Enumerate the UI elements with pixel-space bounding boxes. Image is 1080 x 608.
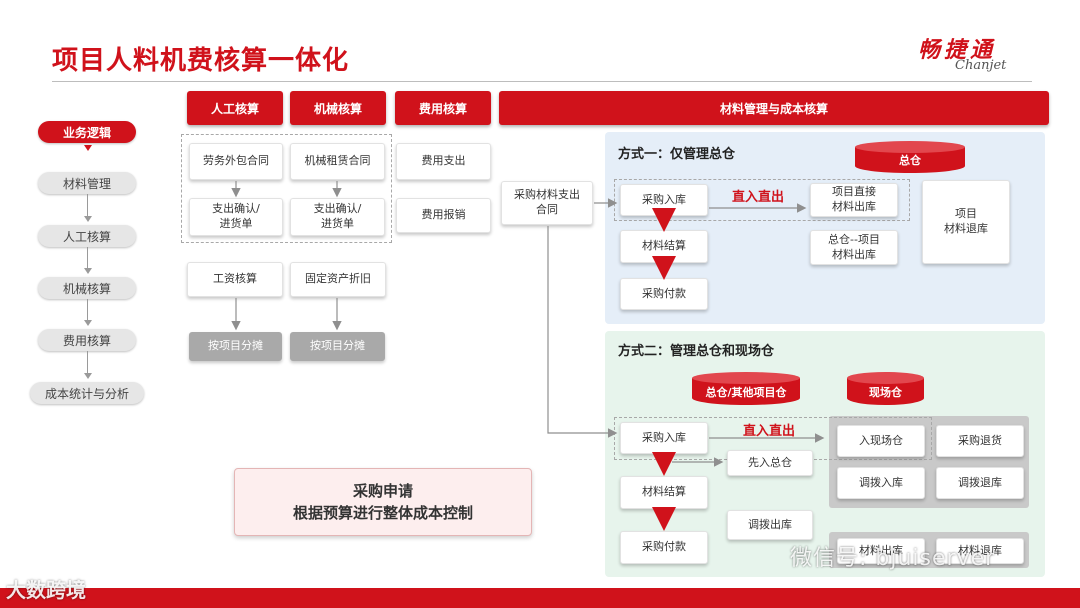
wechat-watermark: 微信号: bjuiserver: [790, 546, 996, 571]
connector-lines: [231, 181, 825, 531]
budget-control-box: 采购申请 根据预算进行整体成本控制: [234, 468, 532, 536]
budget-line-1: 采购申请: [352, 481, 413, 500]
bottom-bar: [0, 588, 1080, 608]
budget-line-2: 根据预算进行整体成本控制: [292, 504, 473, 522]
brand-watermark: 大数跨境: [6, 578, 86, 602]
arrow-contract-mode2: [547, 226, 618, 438]
